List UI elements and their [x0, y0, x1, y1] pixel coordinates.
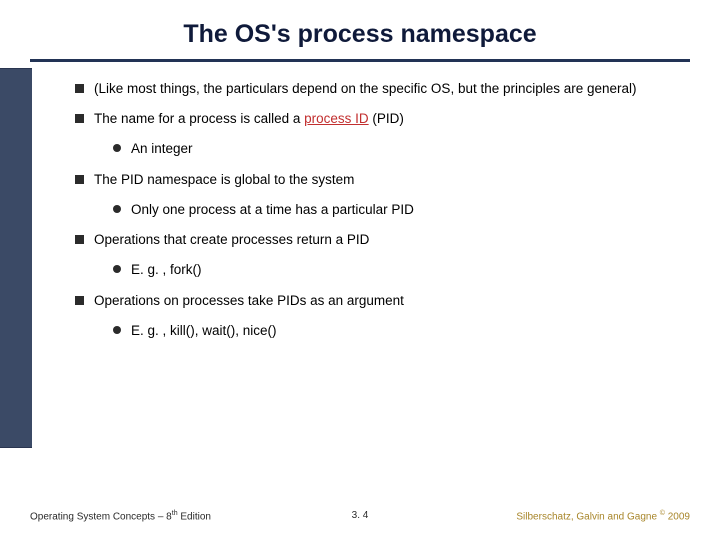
footer-left-pre: Operating System Concepts – 8: [30, 511, 172, 522]
bullet-2-pre: The name for a process is called a: [94, 111, 304, 126]
slide-content: (Like most things, the particulars depen…: [75, 80, 690, 340]
bullet-3-1-text: Only one process at a time has a particu…: [131, 201, 690, 219]
footer-center: 3. 4: [352, 510, 369, 521]
bullet-2-1: An integer: [113, 140, 690, 158]
square-bullet-icon: [75, 114, 84, 123]
left-accent-bar: [0, 68, 32, 448]
bullet-4-1: E. g. , fork(): [113, 261, 690, 279]
bullet-3-1: Only one process at a time has a particu…: [113, 201, 690, 219]
square-bullet-icon: [75, 84, 84, 93]
bullet-1-text: (Like most things, the particulars depen…: [94, 80, 680, 98]
bullet-5-1-text: E. g. , kill(), wait(), nice(): [131, 322, 690, 340]
bullet-3: The PID namespace is global to the syste…: [75, 171, 680, 189]
bullet-4-text: Operations that create processes return …: [94, 231, 680, 249]
title-rule: [30, 59, 690, 62]
footer-right-pre: Silberschatz, Galvin and Gagne: [516, 511, 659, 522]
circle-bullet-icon: [113, 326, 121, 334]
footer-left: Operating System Concepts – 8th Edition: [30, 510, 211, 522]
footer-right: Silberschatz, Galvin and Gagne © 2009: [516, 510, 690, 522]
footer-right-post: 2009: [665, 511, 690, 522]
circle-bullet-icon: [113, 205, 121, 213]
slide: The OS's process namespace (Like most th…: [0, 0, 720, 540]
slide-footer: Operating System Concepts – 8th Edition …: [30, 510, 690, 522]
circle-bullet-icon: [113, 144, 121, 152]
circle-bullet-icon: [113, 265, 121, 273]
footer-left-post: Edition: [178, 511, 211, 522]
square-bullet-icon: [75, 235, 84, 244]
square-bullet-icon: [75, 175, 84, 184]
bullet-4-1-text: E. g. , fork(): [131, 261, 690, 279]
slide-title: The OS's process namespace: [30, 20, 690, 59]
bullet-2-highlight: process ID: [304, 111, 369, 126]
bullet-5-text: Operations on processes take PIDs as an …: [94, 292, 680, 310]
bullet-5-1: E. g. , kill(), wait(), nice(): [113, 322, 690, 340]
bullet-4: Operations that create processes return …: [75, 231, 680, 249]
bullet-1: (Like most things, the particulars depen…: [75, 80, 680, 98]
bullet-2-post: (PID): [369, 111, 404, 126]
bullet-2: The name for a process is called a proce…: [75, 110, 680, 128]
bullet-5: Operations on processes take PIDs as an …: [75, 292, 680, 310]
square-bullet-icon: [75, 296, 84, 305]
bullet-2-text: The name for a process is called a proce…: [94, 110, 680, 128]
bullet-2-1-text: An integer: [131, 140, 690, 158]
bullet-3-text: The PID namespace is global to the syste…: [94, 171, 680, 189]
